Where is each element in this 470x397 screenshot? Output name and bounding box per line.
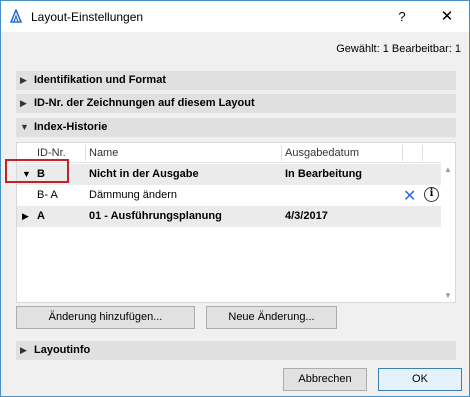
- add-change-button[interactable]: Änderung hinzufügen...: [16, 306, 195, 329]
- window-title: Layout-Einstellungen: [31, 10, 144, 24]
- column-separator: [281, 145, 282, 161]
- section-label: Index-Historie: [34, 121, 108, 133]
- cancel-button[interactable]: Abbrechen: [283, 368, 367, 391]
- collapsed-arrow-icon: ▶: [20, 75, 27, 85]
- column-separator: [85, 145, 86, 161]
- column-separator: [402, 145, 403, 161]
- row-date: 4/3/2017: [285, 210, 328, 222]
- vertical-scrollbar[interactable]: ▲ ▼: [442, 163, 455, 302]
- collapsed-arrow-icon: ▶: [20, 98, 27, 108]
- section-label: Identifikation und Format: [34, 74, 166, 86]
- section-label: Layoutinfo: [34, 344, 91, 356]
- table-row[interactable]: ▶ A 01 - Ausführungsplanung 4/3/2017: [17, 206, 441, 227]
- column-header-id[interactable]: ID-Nr.: [37, 147, 66, 159]
- help-button[interactable]: ?: [392, 7, 412, 27]
- layout-settings-dialog: Layout-Einstellungen ? ✕ Gewählt: 1 Bear…: [0, 0, 470, 397]
- scroll-down-icon[interactable]: ▼: [444, 291, 452, 300]
- title-bar: Layout-Einstellungen ? ✕: [1, 1, 469, 32]
- row-name: 01 - Ausführungsplanung: [89, 210, 222, 222]
- new-change-button[interactable]: Neue Änderung...: [206, 306, 337, 329]
- row-id: B- A: [37, 189, 58, 201]
- row-name: Nicht in der Ausgabe: [89, 168, 199, 180]
- close-x-icon[interactable]: ✕: [403, 186, 416, 206]
- scroll-up-icon[interactable]: ▲: [444, 165, 452, 174]
- info-icon[interactable]: i: [424, 187, 439, 202]
- table-row[interactable]: B- A Dämmung ändern ✕ i: [17, 185, 441, 206]
- close-button[interactable]: ✕: [437, 7, 457, 27]
- section-index-history[interactable]: ▼ Index-Historie: [16, 118, 456, 137]
- section-layout-info[interactable]: ▶ Layoutinfo: [16, 341, 456, 360]
- section-drawing-ids[interactable]: ▶ ID-Nr. der Zeichnungen auf diesem Layo…: [16, 94, 456, 113]
- column-separator: [422, 145, 423, 161]
- row-date: In Bearbeitung: [285, 168, 363, 180]
- row-name: Dämmung ändern: [89, 189, 178, 201]
- highlight-box: [5, 159, 69, 183]
- column-header-name[interactable]: Name: [89, 147, 118, 159]
- table-row[interactable]: ▼ B Nicht in der Ausgabe In Bearbeitung: [17, 164, 441, 185]
- expanded-arrow-icon: ▼: [20, 122, 29, 132]
- collapsed-arrow-icon: ▶: [20, 345, 27, 355]
- collapsed-arrow-icon[interactable]: ▶: [22, 211, 29, 222]
- section-label: ID-Nr. der Zeichnungen auf diesem Layout: [34, 97, 255, 109]
- section-identification[interactable]: ▶ Identifikation und Format: [16, 71, 456, 90]
- table-header: ID-Nr. Name Ausgabedatum: [17, 143, 441, 163]
- archicad-app-icon: [9, 9, 23, 23]
- ok-button[interactable]: OK: [378, 368, 462, 391]
- index-history-table: ID-Nr. Name Ausgabedatum ▼ B Nicht in de…: [16, 142, 456, 303]
- column-header-date[interactable]: Ausgabedatum: [285, 147, 359, 159]
- row-id: A: [37, 210, 45, 222]
- selection-info: Gewählt: 1 Bearbeitbar: 1: [336, 43, 461, 55]
